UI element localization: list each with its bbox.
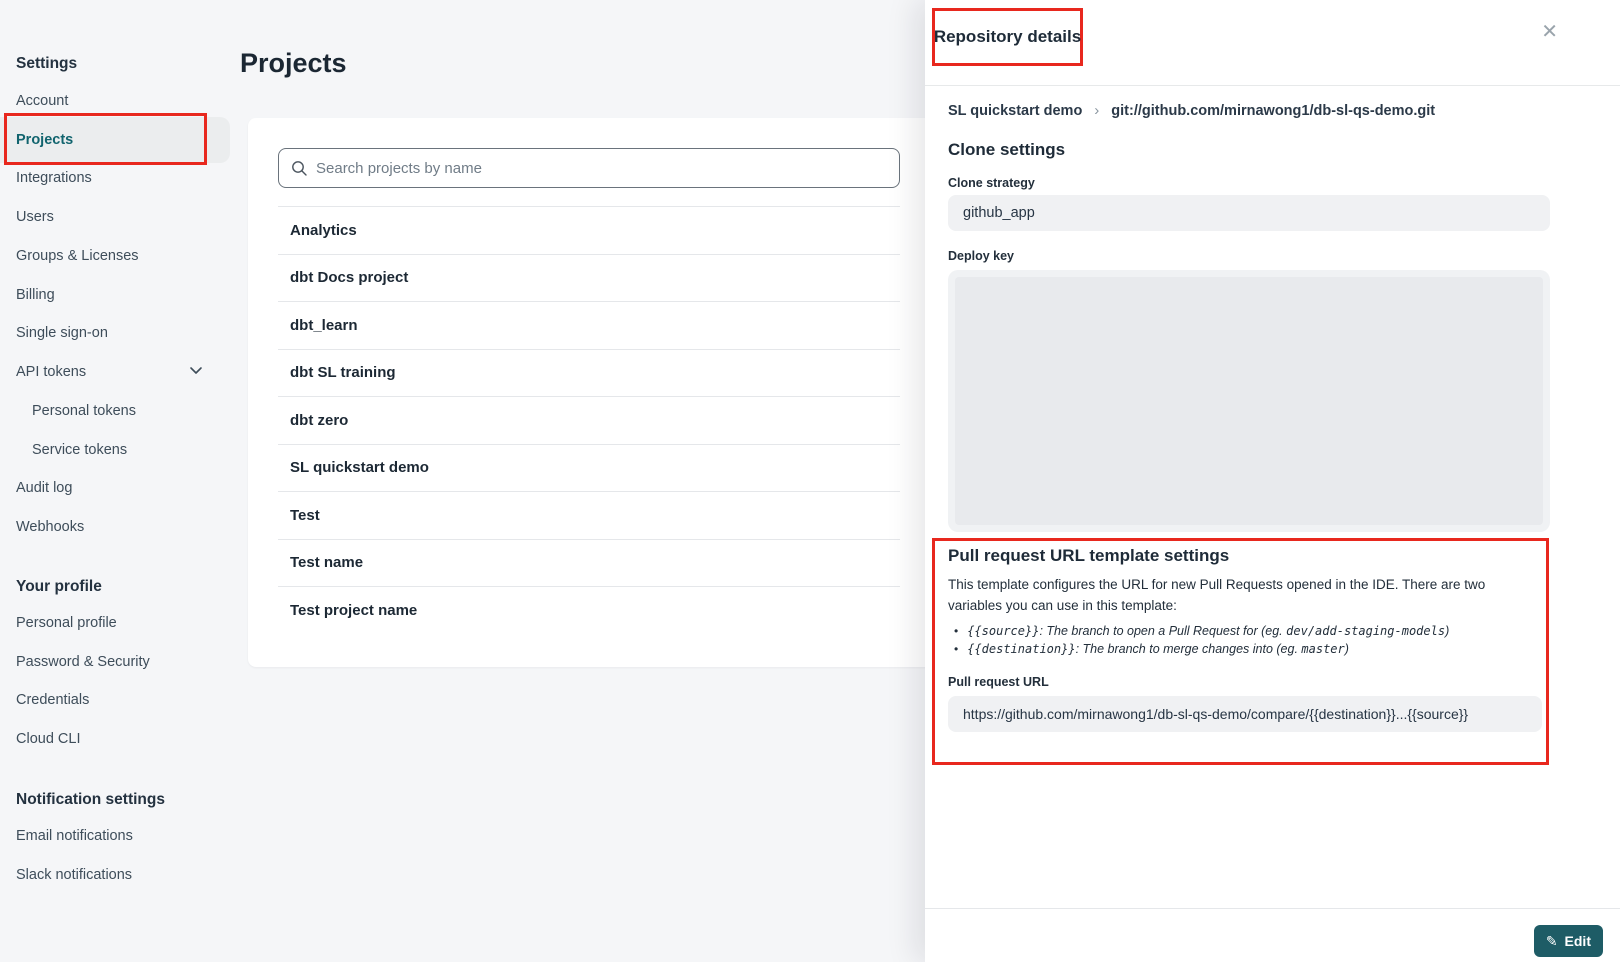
pull-request-url-label: Pull request URL xyxy=(948,675,1534,689)
project-list: Analytics dbt Docs project dbt_learn dbt… xyxy=(278,206,900,634)
sidebar-item-billing[interactable]: Billing xyxy=(16,287,55,303)
sidebar-item-users[interactable]: Users xyxy=(16,209,54,225)
project-row-analytics[interactable]: Analytics xyxy=(278,206,900,254)
chevron-down-icon[interactable] xyxy=(188,362,204,378)
clone-settings-heading: Clone settings xyxy=(948,140,1065,160)
sidebar-item-personal-profile[interactable]: Personal profile xyxy=(16,615,117,631)
sidebar-item-cloud-cli[interactable]: Cloud CLI xyxy=(16,731,80,747)
sidebar-heading-notification-settings: Notification settings xyxy=(16,791,165,809)
source-variable-suffix: ) xyxy=(1445,624,1449,638)
source-variable-example: dev/add-staging-models xyxy=(1286,624,1445,638)
project-row-dbt-sl-training[interactable]: dbt SL training xyxy=(278,349,900,397)
pull-request-description: This template configures the URL for new… xyxy=(948,575,1534,617)
deploy-key-field xyxy=(948,270,1550,532)
panel-footer: ✎ Edit xyxy=(925,908,1620,962)
source-variable-code: {{source}} xyxy=(967,624,1039,638)
destination-variable-example: master xyxy=(1301,642,1344,656)
close-icon[interactable]: ✕ xyxy=(1541,22,1558,42)
sidebar-item-api-tokens[interactable]: API tokens xyxy=(16,364,86,380)
pull-request-template-section: Pull request URL template settings This … xyxy=(948,546,1534,732)
search-input[interactable] xyxy=(316,160,887,177)
settings-sidebar: Settings Account Projects Integrations U… xyxy=(0,0,240,962)
projects-card: Analytics dbt Docs project dbt_learn dbt… xyxy=(248,118,1008,667)
sidebar-item-service-tokens[interactable]: Service tokens xyxy=(32,442,127,458)
sidebar-item-webhooks[interactable]: Webhooks xyxy=(16,519,84,535)
project-search xyxy=(278,148,900,188)
breadcrumb: SL quickstart demo › git://github.com/mi… xyxy=(948,102,1435,119)
edit-button-label: Edit xyxy=(1565,933,1591,949)
sidebar-item-projects-label: Projects xyxy=(16,132,73,148)
clone-strategy-value: github_app xyxy=(948,195,1550,231)
page-title: Projects xyxy=(240,48,347,79)
edit-button[interactable]: ✎ Edit xyxy=(1534,925,1603,957)
sidebar-item-single-sign-on[interactable]: Single sign-on xyxy=(16,325,108,341)
panel-title: Repository details xyxy=(934,27,1081,47)
panel-header: Repository details ✕ xyxy=(925,0,1620,86)
sidebar-item-email-notifications[interactable]: Email notifications xyxy=(16,828,133,844)
chevron-right-icon: › xyxy=(1094,102,1099,119)
project-row-dbt-learn[interactable]: dbt_learn xyxy=(278,301,900,349)
destination-variable-code: {{destination}} xyxy=(967,642,1075,656)
sidebar-item-integrations[interactable]: Integrations xyxy=(16,170,92,186)
destination-variable-text: : The branch to merge changes into (eg. xyxy=(1076,642,1302,656)
sidebar-item-account[interactable]: Account xyxy=(16,93,68,109)
sidebar-item-audit-log[interactable]: Audit log xyxy=(16,480,72,496)
sidebar-item-slack-notifications[interactable]: Slack notifications xyxy=(16,867,132,883)
repository-details-panel: Repository details ✕ SL quickstart demo … xyxy=(925,0,1620,962)
destination-variable-suffix: ) xyxy=(1345,642,1349,656)
project-row-sl-quickstart-demo[interactable]: SL quickstart demo xyxy=(278,444,900,492)
annotation-box-repository-details: Repository details xyxy=(932,8,1083,66)
pull-request-variable-list: {{source}}: The branch to open a Pull Re… xyxy=(948,622,1534,659)
pencil-icon: ✎ xyxy=(1546,933,1558,950)
sidebar-item-password-security[interactable]: Password & Security xyxy=(16,654,150,670)
sidebar-item-personal-tokens[interactable]: Personal tokens xyxy=(32,403,136,419)
sidebar-item-groups-licenses[interactable]: Groups & Licenses xyxy=(16,248,139,264)
variable-source-item: {{source}}: The branch to open a Pull Re… xyxy=(948,622,1534,640)
project-row-test-name[interactable]: Test name xyxy=(278,539,900,587)
sidebar-item-projects[interactable]: Projects xyxy=(0,117,230,163)
clone-strategy-label: Clone strategy xyxy=(948,176,1035,190)
breadcrumb-project-name: SL quickstart demo xyxy=(948,103,1082,119)
variable-destination-item: {{destination}}: The branch to merge cha… xyxy=(948,640,1534,658)
pull-request-url-value: https://github.com/mirnawong1/db-sl-qs-d… xyxy=(948,696,1542,732)
breadcrumb-repo-url: git://github.com/mirnawong1/db-sl-qs-dem… xyxy=(1111,103,1435,119)
sidebar-heading-settings: Settings xyxy=(16,55,77,73)
deploy-key-label: Deploy key xyxy=(948,249,1014,263)
pull-request-section-heading: Pull request URL template settings xyxy=(948,546,1534,566)
search-icon xyxy=(291,160,308,177)
source-variable-text: : The branch to open a Pull Request for … xyxy=(1039,624,1286,638)
sidebar-heading-your-profile: Your profile xyxy=(16,578,102,596)
project-row-dbt-docs-project[interactable]: dbt Docs project xyxy=(278,254,900,302)
deploy-key-redacted-value xyxy=(955,277,1543,525)
project-row-test[interactable]: Test xyxy=(278,491,900,539)
sidebar-item-credentials[interactable]: Credentials xyxy=(16,692,89,708)
project-row-test-project-name[interactable]: Test project name xyxy=(278,586,900,634)
project-row-dbt-zero[interactable]: dbt zero xyxy=(278,396,900,444)
